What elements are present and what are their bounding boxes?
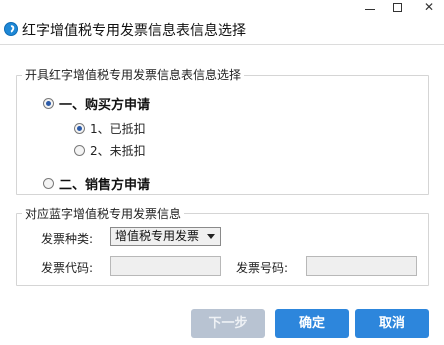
maximize-button[interactable] <box>383 0 413 16</box>
minimize-button[interactable] <box>355 0 385 16</box>
invoice-type-value: 增值税专用发票 <box>115 229 200 243</box>
cancel-button[interactable]: 取消 <box>355 309 429 338</box>
radio-seller-apply-label: 二、销售方申请 <box>59 178 151 193</box>
window-title: 红字增值税专用发票信息表信息选择 <box>22 23 246 39</box>
radio-buyer-apply-indicator[interactable] <box>43 98 54 109</box>
invoice-code-label: 发票代码: <box>41 261 94 275</box>
title-separator <box>0 44 444 45</box>
radio-deducted-indicator[interactable] <box>74 123 85 134</box>
dialog-window: 红字增值税专用发票信息表信息选择 ✕ 开具红字增值税专用发票信息表信息选择 一、… <box>0 0 444 345</box>
radio-seller-apply[interactable]: 二、销售方申请 <box>43 174 150 193</box>
close-icon: ✕ <box>423 0 435 14</box>
confirm-button[interactable]: 确定 <box>275 309 349 338</box>
chevron-down-icon <box>207 234 215 239</box>
maximize-icon <box>393 3 402 12</box>
radio-deducted-label: 1、已抵扣 <box>90 122 146 136</box>
radio-buyer-apply[interactable]: 一、购买方申请 <box>43 94 150 113</box>
invoice-number-field[interactable] <box>306 256 417 276</box>
invoice-code-field[interactable] <box>110 256 221 276</box>
invoice-type-label: 发票种类: <box>41 232 94 246</box>
radio-undeducted-indicator[interactable] <box>74 145 85 156</box>
invoice-number-label: 发票号码: <box>236 261 289 275</box>
radio-undeducted-label: 2、未抵扣 <box>90 144 146 158</box>
app-logo-icon <box>4 22 18 36</box>
radio-undeducted[interactable]: 2、未抵扣 <box>74 142 146 159</box>
radio-buyer-apply-label: 一、购买方申请 <box>59 98 151 113</box>
issue-options-legend: 开具红字增值税专用发票信息表信息选择 <box>22 66 245 83</box>
next-step-button[interactable]: 下一步 <box>191 309 265 338</box>
close-button[interactable]: ✕ <box>414 0 444 16</box>
radio-seller-apply-indicator[interactable] <box>43 178 54 189</box>
radio-deducted[interactable]: 1、已抵扣 <box>74 120 146 137</box>
blue-invoice-legend: 对应蓝字增值税专用发票信息 <box>22 205 185 222</box>
invoice-type-select[interactable]: 增值税专用发票 <box>110 227 221 246</box>
minimize-icon <box>365 9 375 10</box>
title-bar: 红字增值税专用发票信息表信息选择 ✕ <box>0 0 444 60</box>
